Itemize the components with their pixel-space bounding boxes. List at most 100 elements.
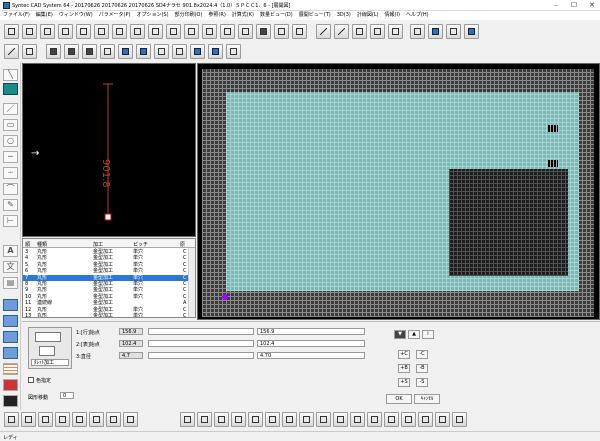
bottom-tool-16-icon[interactable] [299, 412, 314, 427]
menu-item[interactable]: 参照(R) [205, 11, 228, 20]
bottom-tool-5-icon[interactable] [72, 412, 87, 427]
minimize-icon[interactable]: – [548, 1, 564, 10]
toolbar2-button-7-icon[interactable] [118, 44, 133, 59]
hline-tool-icon[interactable]: ─ [3, 151, 18, 163]
bottom-tool-18-icon[interactable] [333, 412, 348, 427]
bottom-tool-20-icon[interactable] [367, 412, 382, 427]
toolbar1-button-14-icon[interactable] [238, 24, 253, 39]
list-scrollbar[interactable] [188, 248, 195, 317]
toolbar2-button-12-icon[interactable] [208, 44, 223, 59]
toolbar1-button-4-icon[interactable] [58, 24, 73, 39]
menu-item[interactable]: ヘルプ(H) [403, 11, 432, 20]
param2-input[interactable]: 102.4 [257, 340, 365, 347]
toolbar1-button-23-icon[interactable] [410, 24, 425, 39]
toolbar2-button-11-icon[interactable] [190, 44, 205, 59]
minus-b-button[interactable]: -B [416, 364, 428, 373]
list-item[interactable]: 13 丸形 金型加工 単穴 C [23, 313, 189, 317]
toolbar1-button-2-icon[interactable] [22, 24, 37, 39]
toolbar1-button-1-icon[interactable] [4, 24, 19, 39]
toolbar1-button-16-icon[interactable] [274, 24, 289, 39]
bottom-tool-22-icon[interactable] [401, 412, 416, 427]
plus-s-button[interactable]: +S [398, 378, 410, 387]
col-proc[interactable]: 加工 [93, 241, 103, 248]
bottom-tool-10-icon[interactable] [197, 412, 212, 427]
toolbar2-button-1-icon[interactable] [4, 44, 19, 59]
menu-item[interactable]: 情報(I) [382, 11, 403, 20]
menu-item[interactable]: 編集(E) [33, 11, 56, 20]
param1-input[interactable]: 156.9 [257, 328, 365, 335]
menu-item[interactable]: 計算式(K) [229, 11, 257, 20]
bottom-tool-3-icon[interactable] [38, 412, 53, 427]
bottom-tool-8-icon[interactable] [123, 412, 138, 427]
layer-tool-icon[interactable] [3, 299, 18, 311]
bottom-tool-15-icon[interactable] [282, 412, 297, 427]
toolbar1-button-20-icon[interactable] [352, 24, 367, 39]
menu-item[interactable]: オプション(S) [133, 11, 171, 20]
menu-item[interactable]: 数量ビュー(D) [257, 11, 296, 20]
bottom-tool-1-icon[interactable] [4, 412, 19, 427]
toolbar1-button-3-icon[interactable] [40, 24, 55, 39]
toolbar1-button-26-icon[interactable] [464, 24, 479, 39]
toolbar1-button-10-icon[interactable] [166, 24, 181, 39]
bottom-tool-23-icon[interactable] [418, 412, 433, 427]
toolbar2-button-6-icon[interactable] [100, 44, 115, 59]
mesh-tool-icon[interactable] [3, 363, 18, 375]
dash-tool-icon[interactable]: ┄ [3, 167, 18, 179]
maximize-icon[interactable]: ☐ [566, 1, 582, 10]
menu-item[interactable]: パラメータ(P) [96, 11, 134, 20]
bottom-tool-13-icon[interactable] [248, 412, 263, 427]
toolbar1-button-22-icon[interactable] [388, 24, 403, 39]
bottom-tool-11-icon[interactable] [214, 412, 229, 427]
up-button[interactable]: ▲ [408, 330, 420, 339]
circle-tool-icon[interactable]: ○ [3, 135, 18, 147]
plus-c-button[interactable]: +C [398, 350, 410, 359]
bottom-tool-2-icon[interactable] [21, 412, 36, 427]
toolbar1-button-21-icon[interactable] [370, 24, 385, 39]
ok-button[interactable]: OK [386, 394, 412, 404]
toolbar1-button-24-icon[interactable] [428, 24, 443, 39]
menu-item[interactable]: 3D(3) [334, 11, 354, 20]
move-input[interactable]: 0 [60, 392, 74, 399]
color-checkbox[interactable] [28, 377, 34, 383]
note-tool-icon[interactable]: ▤ [3, 277, 18, 289]
menu-item[interactable]: ウィンドウ(W) [56, 11, 96, 20]
param3-slider[interactable] [148, 352, 254, 359]
bottom-tool-17-icon[interactable] [316, 412, 331, 427]
menu-item[interactable]: 計線図(L) [354, 11, 382, 20]
bottom-tool-4-icon[interactable] [55, 412, 70, 427]
plus-b-button[interactable]: +B [398, 364, 410, 373]
arc-tool-icon[interactable]: ⌒ [3, 183, 18, 195]
toolbar1-button-19-icon[interactable] [334, 24, 349, 39]
pen-tool-icon[interactable]: ✎ [3, 199, 18, 211]
window-tool-icon[interactable] [3, 331, 18, 343]
toolbar2-button-8-icon[interactable] [136, 44, 151, 59]
toolbar1-button-12-icon[interactable] [202, 24, 217, 39]
stack-tool-icon[interactable] [3, 315, 18, 327]
bottom-tool-24-icon[interactable] [435, 412, 450, 427]
bottom-tool-21-icon[interactable] [384, 412, 399, 427]
line-tool-icon[interactable]: ╲ [3, 69, 18, 81]
text-bun-icon[interactable]: 文 [3, 261, 18, 273]
col-type[interactable]: 種類 [37, 241, 47, 248]
menu-item[interactable]: 展開ビュー(T) [296, 11, 334, 20]
bottom-tool-14-icon[interactable] [265, 412, 280, 427]
toolbar1-button-9-icon[interactable] [148, 24, 163, 39]
diagonal-line-icon[interactable]: ／ [3, 103, 18, 115]
col-no[interactable]: 順 [25, 241, 30, 248]
toolbar2-button-4-icon[interactable] [64, 44, 79, 59]
bottom-tool-7-icon[interactable] [106, 412, 121, 427]
param3-input[interactable]: 4.70 [257, 352, 365, 359]
down-button[interactable]: ▼ [394, 330, 406, 339]
toolbar1-button-8-icon[interactable] [130, 24, 145, 39]
toolbar1-button-6-icon[interactable] [94, 24, 109, 39]
teal-tool-icon[interactable] [3, 83, 18, 95]
menu-item[interactable]: ファイル(F) [0, 11, 33, 20]
minus-s-button[interactable]: -S [416, 378, 428, 387]
minus-c-button[interactable]: -C [416, 350, 428, 359]
menu-item[interactable]: 部分印刷(O) [172, 11, 206, 20]
measure-tool-icon[interactable]: ⊢ [3, 215, 18, 227]
mode-select[interactable]: ﾀﾚｯﾄ加工 [31, 359, 69, 366]
bottom-tool-9-icon[interactable] [180, 412, 195, 427]
bottom-tool-6-icon[interactable] [89, 412, 104, 427]
red-tool-icon[interactable] [3, 379, 18, 391]
